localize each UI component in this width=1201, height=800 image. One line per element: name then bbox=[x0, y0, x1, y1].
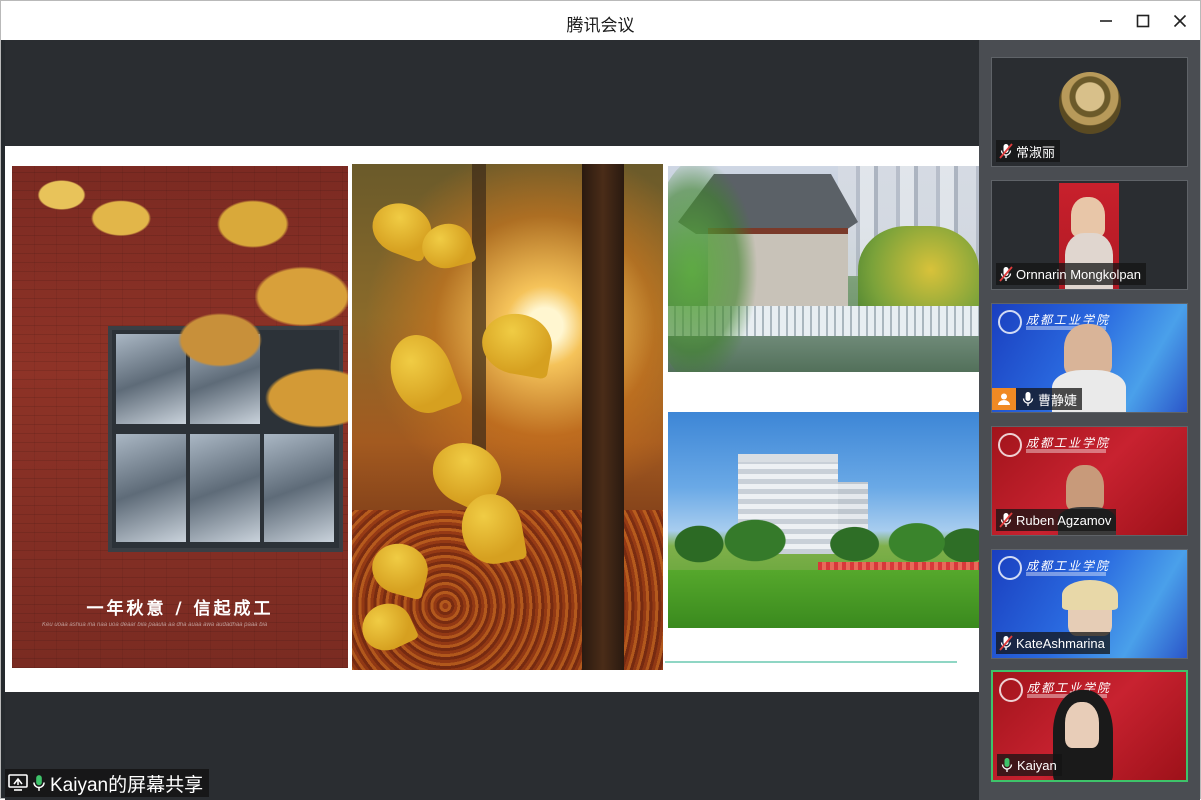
photo-campus-building bbox=[668, 412, 979, 628]
avatar bbox=[1059, 72, 1121, 134]
window-title: 腾讯会议 bbox=[566, 16, 635, 36]
maximize-icon bbox=[1136, 14, 1150, 28]
participant-name: Ornnarin Mongkolpan bbox=[1016, 266, 1142, 282]
university-logo bbox=[998, 556, 1022, 580]
tencent-meeting-window: 腾讯会议 一年秋意 / 信起成工 Keu uoaa ashua ina naa … bbox=[0, 0, 1201, 800]
participant-name: KateAshmarina bbox=[1016, 635, 1105, 651]
minimize-button[interactable] bbox=[1094, 9, 1118, 33]
participant-video bbox=[1066, 465, 1104, 511]
photo-brick-wall-ginkgo: 一年秋意 / 信起成工 Keu uoaa ashua ina naa uoa d… bbox=[12, 166, 348, 668]
mic-muted-icon bbox=[999, 635, 1013, 651]
photo-pavilion bbox=[668, 166, 979, 372]
university-logo bbox=[998, 433, 1022, 457]
university-logo bbox=[998, 310, 1022, 334]
close-button[interactable] bbox=[1168, 9, 1192, 33]
shared-screen[interactable]: 一年秋意 / 信起成工 Keu uoaa ashua ina naa uoa d… bbox=[5, 40, 979, 800]
person-icon bbox=[992, 388, 1016, 410]
mic-active-icon bbox=[1001, 758, 1013, 772]
slide-divider-line bbox=[665, 661, 957, 663]
participant-name: Ruben Agzamov bbox=[1016, 512, 1112, 528]
participant-name: 常淑丽 bbox=[1016, 144, 1056, 160]
participant-tile[interactable]: 成都工业学院 KateAshmarina bbox=[991, 549, 1188, 659]
close-icon bbox=[1173, 14, 1187, 28]
screen-share-owner: Kaiyan的屏幕共享 bbox=[50, 774, 204, 796]
participant-tile[interactable]: 成都工业学院 Ruben Agzamov bbox=[991, 426, 1188, 536]
title-bar: 腾讯会议 bbox=[1, 1, 1200, 40]
slide-slogan: 一年秋意 / 信起成工 bbox=[86, 599, 274, 619]
slide-slogan-subtext: Keu uoaa ashua ina naa uoa deaar bila pa… bbox=[42, 622, 268, 628]
participant-tile[interactable]: Ornnarin Mongkolpan bbox=[991, 180, 1188, 290]
participant-name: Kaiyan bbox=[1017, 757, 1057, 773]
photo-ginkgo-sunset bbox=[352, 164, 663, 670]
mic-muted-icon bbox=[999, 512, 1013, 528]
participant-tile[interactable]: 成都工业学院 曹静婕 bbox=[991, 303, 1188, 413]
participant-name: 曹静婕 bbox=[1038, 392, 1078, 408]
mic-muted-icon bbox=[999, 143, 1013, 159]
participant-tile[interactable]: 常淑丽 bbox=[991, 57, 1188, 167]
screen-share-icon bbox=[8, 774, 28, 791]
university-logo bbox=[999, 678, 1023, 702]
screen-share-label: Kaiyan的屏幕共享 bbox=[5, 769, 210, 797]
minimize-icon bbox=[1100, 20, 1112, 22]
participant-tile-active[interactable]: 成都工业学院 Kaiyan bbox=[991, 670, 1188, 782]
presentation-slide: 一年秋意 / 信起成工 Keu uoaa ashua ina naa uoa d… bbox=[5, 146, 979, 692]
mic-active-icon bbox=[33, 775, 45, 791]
participant-list: 常淑丽 Ornnarin Mongkolpan 成都工业学院 曹静婕 成都工业学… bbox=[979, 40, 1200, 800]
ginkgo-leaves bbox=[22, 166, 348, 456]
mic-icon bbox=[1022, 392, 1034, 406]
maximize-button[interactable] bbox=[1131, 9, 1155, 33]
participant-video bbox=[1064, 324, 1112, 376]
mic-muted-icon bbox=[999, 266, 1013, 282]
